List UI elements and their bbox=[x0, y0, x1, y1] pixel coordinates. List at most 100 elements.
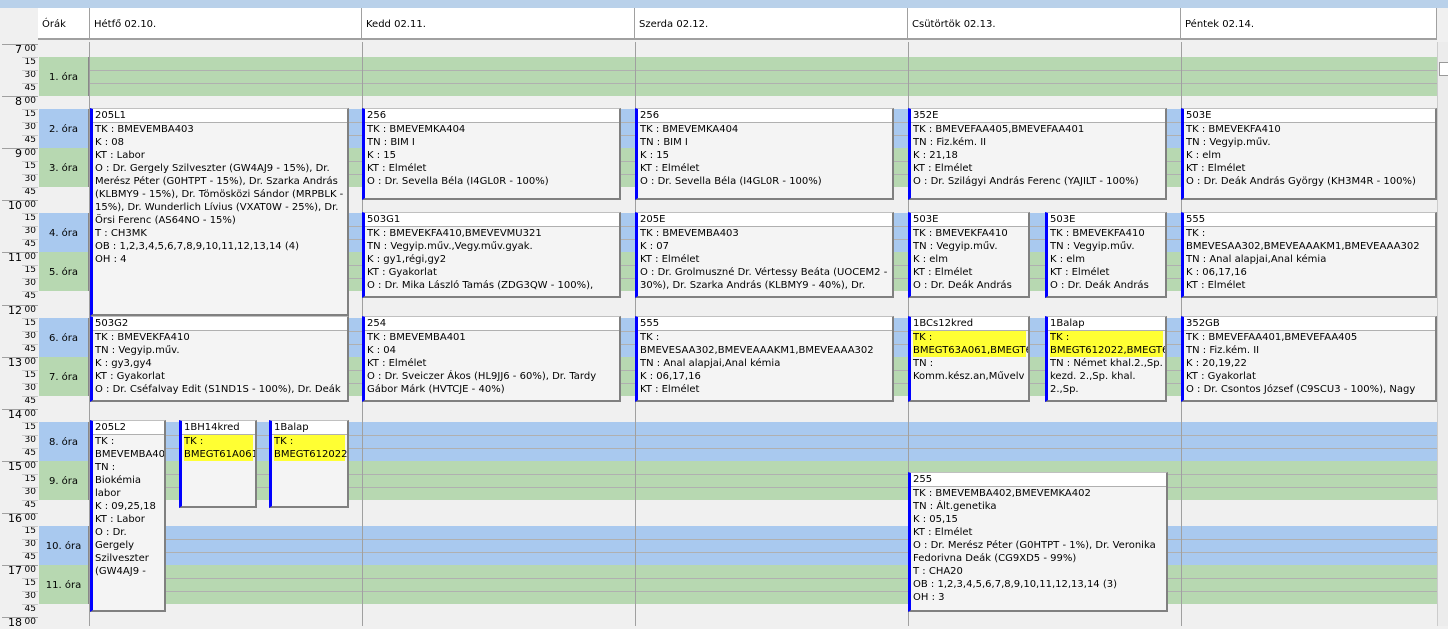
minute-label: 45 bbox=[24, 291, 36, 302]
schedule-event[interactable]: 352GB TK : BMEVEFAA401,BMEVEFAA405 TN : Fi… bbox=[1181, 316, 1437, 402]
quarter-line bbox=[22, 291, 38, 293]
event-title: 256 bbox=[365, 109, 619, 123]
minute-label: 30 bbox=[24, 330, 36, 341]
event-title: 555 bbox=[1184, 213, 1435, 227]
event-detail: KT : Elmélet bbox=[367, 358, 427, 369]
quarter-line bbox=[22, 317, 38, 319]
event-detail: KT : Gyakorlat bbox=[1186, 371, 1256, 382]
day-label: Csütörtök 02.13. bbox=[912, 19, 996, 30]
minute-label: 15 bbox=[24, 213, 36, 224]
event-detail: TN : bbox=[913, 358, 934, 369]
quarter-line bbox=[22, 421, 38, 423]
event-detail: K : 15 bbox=[640, 150, 670, 161]
header-day-thu[interactable]: Csütörtök 02.13. bbox=[908, 8, 1181, 40]
schedule-event[interactable]: 256 TK : BMEVEMKA404 TN : BIM I K : 15 KT : … bbox=[635, 108, 894, 200]
schedule-event[interactable]: 503E TK : BMEVEKFA410 TN : Vegyip.műv. K : … bbox=[1181, 108, 1437, 200]
event-detail: K : elm bbox=[1186, 150, 1221, 161]
quarter-line bbox=[22, 122, 38, 124]
schedule-event[interactable]: 205L1 TK : BMEVEMBA403 K : 08 KT : Labor O :… bbox=[90, 108, 349, 316]
vertical-scrollbar[interactable] bbox=[1437, 42, 1448, 626]
schedule-event[interactable]: 503G2 TK : BMEVEKFA410 TN : Vegyip.műv. K :… bbox=[90, 316, 349, 402]
event-detail: TK : BMEVEKFA410 bbox=[95, 332, 190, 343]
event-detail: TK : BMEVEMBA402,BMEVEMKA402 bbox=[913, 488, 1091, 499]
event-detail: K : 06,17,16 bbox=[1186, 267, 1247, 278]
period-cell: 5. óra bbox=[39, 252, 89, 292]
schedule-event[interactable]: 503G1 TK : BMEVEKFA410,BMEVEVMU321 TN : Ve… bbox=[362, 212, 621, 298]
grid-line bbox=[90, 538, 1438, 540]
header-day-wed[interactable]: Szerda 02.12. bbox=[635, 8, 908, 40]
event-detail: TK : BMEVEKFA410 bbox=[913, 228, 1008, 239]
quarter-line bbox=[22, 343, 38, 345]
scrollbar-thumb[interactable] bbox=[1439, 62, 1448, 76]
minute-label: 00 bbox=[24, 356, 36, 367]
header-day-mon[interactable]: Hétfő 02.10. bbox=[90, 8, 362, 40]
event-detail: O : Dr. Grolmuszné Dr. Vértessy Beáta (U… bbox=[640, 267, 888, 291]
event-title: 352GB bbox=[1184, 317, 1435, 331]
period-label: 2. óra bbox=[48, 124, 79, 136]
schedule-event[interactable]: 205E TK : BMEVEMBA403 K : 07 KT : Elmélet O … bbox=[635, 212, 894, 298]
event-detail: KT : Elmélet bbox=[1186, 280, 1246, 291]
schedule-event[interactable]: 1BH14kredTK : BMEGT61A061,BMEGT61A051,BM… bbox=[179, 420, 257, 508]
schedule-event[interactable]: 1BalapTK : BMEGT612022,BMEGT621212,BMEGT… bbox=[269, 420, 349, 508]
minute-label: 45 bbox=[24, 343, 36, 354]
quarter-line bbox=[22, 551, 38, 553]
minute-label: 30 bbox=[24, 591, 36, 602]
event-detail: TN : Német khal.2.,Sp. kezd. 2.,Sp. khal… bbox=[1050, 358, 1163, 395]
event-detail: KT : Elmélet bbox=[913, 163, 973, 174]
event-title: 1BH14kred bbox=[182, 421, 255, 435]
quarter-line bbox=[22, 265, 38, 267]
event-detail: O : Dr. Deák András bbox=[1050, 280, 1149, 291]
schedule-event[interactable]: 555 TK : BMEVESAA302,BMEVEAAAKM1,BMEVEAAA… bbox=[1181, 212, 1437, 298]
schedule-event[interactable]: 255 TK : BMEVEMBA402,BMEVEMKA402 TN : Ált.… bbox=[908, 472, 1168, 612]
minute-label: 45 bbox=[24, 604, 36, 615]
event-detail: TN : Anal alapjai,Anal kémia bbox=[640, 358, 781, 369]
quarter-line bbox=[22, 395, 38, 397]
event-detail: O : Dr. Csontos József (C9SCU3 - 100%), … bbox=[1186, 384, 1416, 395]
header-hours: Órák bbox=[38, 8, 90, 40]
period-label: 4. óra bbox=[48, 228, 79, 240]
event-title: 1Balap bbox=[1048, 317, 1165, 331]
schedule-event[interactable]: 1BalapTK : BMEGT612022,BMEGT621212,BMEGT… bbox=[1045, 316, 1167, 402]
schedule-event[interactable]: 555 TK : BMEVESAA302,BMEVEAAAKM1,BMEVEAAA… bbox=[635, 316, 894, 402]
grid-line bbox=[90, 578, 1438, 580]
event-title: 503E bbox=[1048, 213, 1165, 227]
quarter-line bbox=[22, 525, 38, 527]
quarter-line bbox=[22, 187, 38, 189]
event-detail: TN : Ált.genetika bbox=[913, 501, 997, 512]
event-detail: TK : BMEVEKFA410 bbox=[1050, 228, 1145, 239]
quarter-line bbox=[22, 226, 38, 228]
schedule-event[interactable]: 1BCs12kredTK : BMEGT63A061,BMEGT63A051TN… bbox=[908, 316, 1030, 402]
event-detail: KT : Elmélet bbox=[367, 163, 427, 174]
event-detail: TN : Fiz.kém. II bbox=[1186, 345, 1260, 356]
event-detail: OB : 1,2,3,4,5,6,7,8,9,10,11,12,13,14 (3… bbox=[913, 579, 1118, 590]
schedule-event[interactable]: 254 TK : BMEVEMBA401 K : 04 KT : Elmélet O :… bbox=[362, 316, 621, 402]
event-detail: O : Dr. Mika László Tamás (ZDG3QW - 100%… bbox=[367, 280, 594, 291]
event-detail: OH : 4 bbox=[95, 254, 127, 265]
event-detail: TK : BMEVEFAA405,BMEVEFAA401 bbox=[913, 124, 1085, 135]
event-detail: K : elm bbox=[1050, 254, 1085, 265]
event-detail: O : Dr. Gergely Szilveszter (GW4AJ9 - bbox=[95, 527, 149, 577]
event-detail: TN : Vegyip.műv.,Vegy.műv.gyak. bbox=[367, 241, 533, 252]
schedule-event[interactable]: 352E TK : BMEVEFAA405,BMEVEFAA401 TN : Fiz… bbox=[908, 108, 1167, 200]
event-detail: K : gy3,gy4 bbox=[95, 358, 152, 369]
schedule-event[interactable]: 503E TK : BMEVEKFA410 TN : Vegyip.műv. K : … bbox=[1045, 212, 1167, 298]
schedule-event[interactable]: 256 TK : BMEVEMKA404 TN : BIM I K : 15 KT : … bbox=[362, 108, 621, 200]
minute-label: 30 bbox=[24, 174, 36, 185]
event-detail: TN : Biokémia labor bbox=[95, 462, 141, 499]
quarter-line bbox=[22, 135, 38, 137]
event-detail: TN : Vegyip.műv. bbox=[1186, 137, 1271, 148]
event-title: 503G2 bbox=[93, 317, 347, 331]
event-title: 205E bbox=[638, 213, 892, 227]
event-detail: K : 04 bbox=[367, 345, 397, 356]
header-day-tue[interactable]: Kedd 02.11. bbox=[362, 8, 635, 40]
schedule-event[interactable]: 503E TK : BMEVEKFA410 TN : Vegyip.műv. K : … bbox=[908, 212, 1030, 298]
event-title: 205L1 bbox=[93, 109, 347, 123]
minute-label: 15 bbox=[24, 317, 36, 328]
event-title: 503E bbox=[911, 213, 1028, 227]
hour-label: 15 bbox=[8, 459, 22, 473]
period-cell: 6. óra bbox=[39, 317, 89, 357]
event-detail: KT : Gyakorlat bbox=[95, 371, 165, 382]
schedule-event[interactable]: 205L2TK : BMEVEMBA403,BMEVEBEU302,BMEVEB… bbox=[90, 420, 166, 612]
event-detail: TN : BIM I bbox=[640, 137, 688, 148]
header-day-fri[interactable]: Péntek 02.14. bbox=[1181, 8, 1437, 40]
